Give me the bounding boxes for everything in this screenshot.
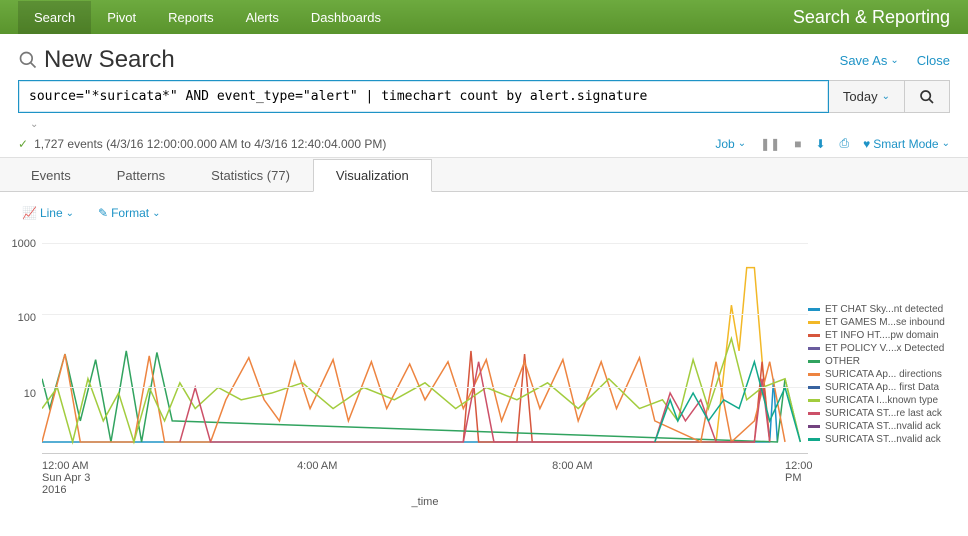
bulb-icon: ♥ bbox=[863, 137, 870, 151]
pause-icon[interactable]: ❚❚ bbox=[760, 137, 780, 151]
tab-events[interactable]: Events bbox=[8, 159, 94, 192]
events-count-text: 1,727 events (4/3/16 12:00:00.000 AM to … bbox=[34, 137, 386, 151]
nav-alerts[interactable]: Alerts bbox=[230, 1, 295, 34]
legend-item[interactable]: SURICATA ST...nvalid ack bbox=[808, 421, 958, 432]
plot-area bbox=[42, 232, 808, 454]
legend-item[interactable]: SURICATA Ap... directions bbox=[808, 369, 958, 380]
legend-item[interactable]: SURICATA I...known type bbox=[808, 395, 958, 406]
legend-item[interactable]: SURICATA ST...nvalid ack bbox=[808, 434, 958, 445]
search-icon bbox=[18, 50, 38, 70]
legend-item[interactable]: ET INFO HT....pw domain bbox=[808, 330, 958, 341]
legend-item[interactable]: ET POLICY V....x Detected bbox=[808, 343, 958, 354]
legend: ET CHAT Sky...nt detected ET GAMES M...se… bbox=[808, 224, 958, 504]
download-icon[interactable]: ⬇ bbox=[815, 137, 825, 151]
line-icon: 📈 bbox=[22, 206, 37, 220]
nav-search[interactable]: Search bbox=[18, 1, 91, 34]
chevron-down-icon: ⌄ bbox=[890, 55, 898, 66]
search-meta: ✓ 1,727 events (4/3/16 12:00:00.000 AM t… bbox=[0, 132, 968, 158]
print-icon[interactable]: ⎙ bbox=[840, 136, 850, 151]
result-tabs: Events Patterns Statistics (77) Visualiz… bbox=[0, 158, 968, 192]
tab-patterns[interactable]: Patterns bbox=[94, 159, 188, 192]
nav-pivot[interactable]: Pivot bbox=[91, 1, 152, 34]
chart-type-button[interactable]: 📈Line⌄ bbox=[22, 206, 74, 220]
viz-controls: 📈Line⌄ ✎Format⌄ bbox=[0, 192, 968, 224]
search-bar: Today⌄ bbox=[0, 80, 968, 119]
nav-reports[interactable]: Reports bbox=[152, 1, 230, 34]
save-as-button[interactable]: Save As⌄ bbox=[840, 53, 899, 68]
smart-mode-button[interactable]: ♥Smart Mode⌄ bbox=[863, 137, 950, 151]
chart: 1000 100 10 12:00 AMSun Apr 32016 4:00 A… bbox=[0, 224, 968, 514]
search-header: New Search Save As⌄ Close bbox=[0, 34, 968, 80]
check-icon: ✓ bbox=[18, 137, 28, 151]
search-icon bbox=[919, 89, 935, 105]
top-nav: Search Pivot Reports Alerts Dashboards S… bbox=[0, 0, 968, 34]
legend-item[interactable]: ET CHAT Sky...nt detected bbox=[808, 304, 958, 315]
format-button[interactable]: ✎Format⌄ bbox=[98, 206, 160, 220]
legend-item[interactable]: SURICATA ST...re last ack bbox=[808, 408, 958, 419]
nav-items: Search Pivot Reports Alerts Dashboards bbox=[18, 1, 397, 34]
close-button[interactable]: Close bbox=[917, 53, 950, 68]
legend-item[interactable]: OTHER bbox=[808, 356, 958, 367]
format-icon: ✎ bbox=[98, 206, 108, 220]
tab-statistics[interactable]: Statistics (77) bbox=[188, 159, 313, 192]
x-axis-title: _time bbox=[412, 496, 439, 508]
legend-item[interactable]: SURICATA Ap... first Data bbox=[808, 382, 958, 393]
time-range-picker[interactable]: Today⌄ bbox=[829, 80, 905, 113]
page-title: New Search bbox=[44, 46, 175, 74]
chevron-down-icon: ⌄ bbox=[882, 91, 890, 102]
tab-visualization[interactable]: Visualization bbox=[313, 159, 432, 192]
job-menu[interactable]: Job⌄ bbox=[715, 137, 746, 151]
run-search-button[interactable] bbox=[905, 80, 950, 113]
x-axis: 12:00 AMSun Apr 32016 4:00 AM 8:00 AM 12… bbox=[42, 456, 808, 504]
search-input[interactable] bbox=[18, 80, 829, 113]
legend-item[interactable]: ET GAMES M...se inbound bbox=[808, 317, 958, 328]
y-axis: 1000 100 10 bbox=[2, 232, 38, 464]
app-title: Search & Reporting bbox=[793, 7, 950, 28]
nav-dashboards[interactable]: Dashboards bbox=[295, 1, 397, 34]
stop-icon[interactable]: ■ bbox=[794, 137, 801, 151]
expand-caret[interactable]: ⌄ bbox=[0, 119, 968, 132]
